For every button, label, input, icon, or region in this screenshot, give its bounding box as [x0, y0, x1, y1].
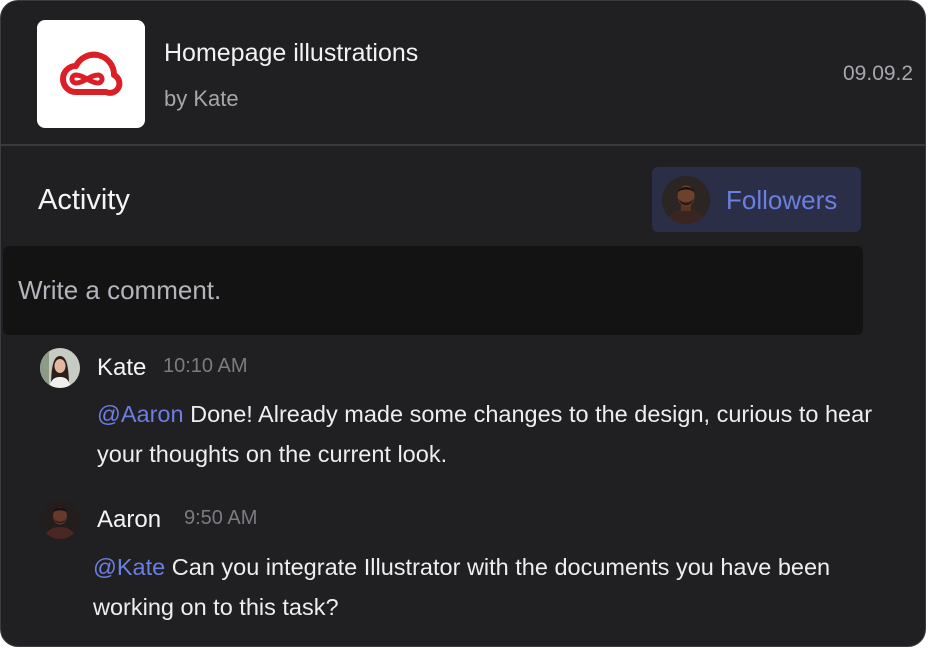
activity-heading: Activity: [38, 184, 130, 216]
followers-label: Followers: [726, 185, 838, 215]
activity-card: Homepage illustrations by Kate 09.09.2 A…: [0, 0, 926, 647]
comment-time: 9:50 AM: [184, 507, 258, 529]
comment-author: Aaron: [97, 506, 162, 533]
mention-link[interactable]: @Aaron: [97, 401, 184, 427]
follower-avatar: [662, 176, 710, 224]
project-date: 09.09.2: [843, 62, 914, 85]
creative-cloud-icon: [37, 20, 145, 128]
comment-author: Kate: [97, 354, 147, 381]
project-header: Homepage illustrations by Kate 09.09.2: [1, 1, 925, 146]
comment-text: Done! Already made some changes to the d…: [97, 401, 873, 467]
aaron-avatar: [40, 499, 80, 539]
kate-avatar: [40, 348, 80, 388]
comment-text: Can you integrate Illustrator with the d…: [93, 554, 831, 620]
comment-input[interactable]: [3, 246, 863, 335]
comment-body: @Aaron Done! Already made some changes t…: [97, 394, 897, 474]
project-author: by Kate: [164, 86, 239, 111]
project-title: Homepage illustrations: [164, 39, 419, 67]
comment-time: 10:10 AM: [163, 355, 248, 377]
followers-button[interactable]: Followers: [652, 167, 861, 232]
comment-body: @Kate Can you integrate Illustrator with…: [93, 547, 893, 627]
mention-link[interactable]: @Kate: [93, 554, 165, 580]
